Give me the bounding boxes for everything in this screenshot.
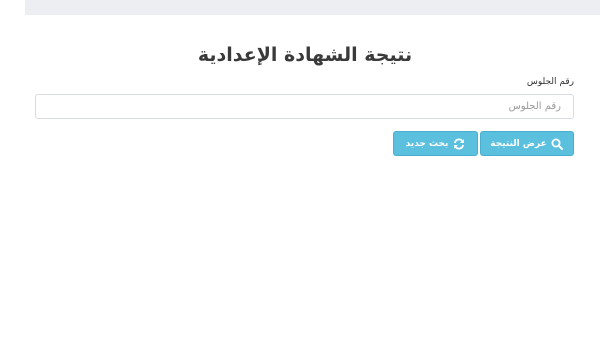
- page-title: نتيجة الشهادة الإعدادية: [197, 44, 413, 66]
- new-search-label: بحث جديد: [405, 138, 449, 149]
- show-result-button[interactable]: عرض النتيجة: [480, 131, 574, 156]
- seat-number-input[interactable]: [35, 94, 574, 119]
- search-icon: [551, 137, 564, 150]
- seat-number-label: رقم الجلوس: [526, 77, 574, 87]
- show-result-label: عرض النتيجة: [490, 138, 547, 149]
- new-search-button[interactable]: بحث جديد: [393, 131, 478, 156]
- top-bar: [25, 0, 600, 15]
- refresh-icon: [452, 137, 465, 150]
